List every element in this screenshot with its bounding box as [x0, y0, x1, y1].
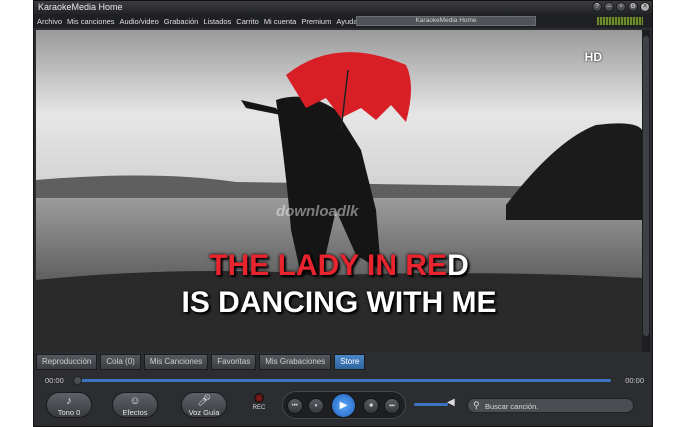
now-playing-display: KaraokeMedia Home [356, 16, 536, 26]
vu-meter [596, 16, 644, 26]
menu-bar: Archivo Mis canciones Audio/video Grabac… [34, 14, 652, 28]
lyric-line-2: IS DANCING WITH ME [181, 286, 497, 319]
tab-bar: Reproducción Cola (0) Mis Canciones Favo… [36, 354, 366, 370]
efectos-button[interactable]: ☺ Efectos [112, 392, 158, 418]
previous-button[interactable]: ⏮ [287, 398, 303, 414]
menu-listados[interactable]: Listados [203, 17, 231, 26]
window-controls: ? – ▫ ⚙ ✕ [592, 2, 650, 12]
menu-carrito[interactable]: Carrito [236, 17, 259, 26]
menu-audio-video[interactable]: Audio/video [120, 17, 159, 26]
progress-row: 00:00 00:00 [34, 373, 652, 387]
gear-icon[interactable]: ⚙ [628, 2, 638, 12]
pause-button[interactable]: ⏸ [308, 398, 324, 414]
efectos-label: Efectos [122, 408, 148, 417]
vertical-scrollbar[interactable] [642, 30, 650, 352]
total-time: 00:00 [625, 376, 644, 385]
search-icon: ⚲ [473, 400, 480, 410]
menu-archivo[interactable]: Archivo [37, 17, 62, 26]
seek-bar[interactable] [78, 379, 611, 382]
play-button[interactable]: ▶ [331, 393, 356, 418]
voz-guia-button[interactable]: 🎤︎ Voz Guía [181, 392, 227, 418]
lyric-line-1: THE LADY IN RED [36, 249, 642, 283]
app-window: KaraokeMedia Home ? – ▫ ⚙ ✕ Archivo Mis … [33, 0, 653, 427]
watermark-text: downloadlk [276, 203, 359, 220]
stop-button[interactable]: ■ [363, 398, 379, 414]
close-icon[interactable]: ✕ [640, 2, 650, 12]
control-bar: ♪ Tono 0 ☺ Efectos 🎤︎ Voz Guía REC ⏮ ⏸ ▶… [34, 389, 652, 426]
restore-icon[interactable]: ▫ [616, 2, 626, 12]
window-title: KaraokeMedia Home [38, 2, 123, 12]
seek-handle[interactable] [73, 376, 82, 385]
menu-mis-canciones[interactable]: Mis canciones [67, 17, 115, 26]
elapsed-time: 00:00 [45, 376, 64, 385]
video-area[interactable]: HD downloadlk THE LADY IN RED IS DANCING… [36, 30, 642, 352]
menu-grabacion[interactable]: Grabación [164, 17, 199, 26]
speaker-icon[interactable]: ◀ [447, 397, 457, 409]
transport-controls: ⏮ ⏸ ▶ ■ ⏭ [282, 391, 406, 419]
effects-icon: ☺ [129, 395, 141, 407]
tab-reproduccion[interactable]: Reproducción [36, 354, 98, 370]
menu-ayuda[interactable]: Ayuda [336, 17, 357, 26]
help-icon[interactable]: ? [592, 2, 602, 12]
tab-mis-canciones[interactable]: Mis Canciones [143, 354, 209, 370]
volume-slider[interactable] [414, 403, 448, 406]
rec-button[interactable]: REC [249, 393, 269, 411]
music-note-icon: ♪ [66, 395, 72, 407]
scrollbar-thumb[interactable] [643, 36, 649, 336]
voz-guia-label: Voz Guía [188, 408, 220, 417]
tab-store[interactable]: Store [334, 354, 366, 370]
tab-mis-grabaciones[interactable]: Mis Grabaciones [259, 354, 332, 370]
menu-mi-cuenta[interactable]: Mi cuenta [264, 17, 297, 26]
record-icon [254, 393, 264, 403]
title-bar[interactable]: KaraokeMedia Home ? – ▫ ⚙ ✕ [34, 1, 652, 14]
hd-badge: HD [584, 50, 602, 64]
tab-cola[interactable]: Cola (0) [100, 354, 141, 370]
menu-premium[interactable]: Premium [301, 17, 331, 26]
next-button[interactable]: ⏭ [384, 398, 400, 414]
minimize-icon[interactable]: – [604, 2, 614, 12]
search-box[interactable]: ⚲ [467, 398, 634, 413]
search-input[interactable] [485, 401, 629, 411]
tono-label: Tono 0 [57, 408, 81, 417]
tab-favoritas[interactable]: Favoritas [211, 354, 257, 370]
rec-label: REC [252, 405, 266, 411]
lyric-line-1-sung: THE LADY IN RE [209, 249, 448, 282]
lyric-line-1-rest: D [447, 249, 469, 282]
microphone-icon: 🎤︎ [197, 395, 211, 407]
tono-button[interactable]: ♪ Tono 0 [46, 392, 92, 418]
